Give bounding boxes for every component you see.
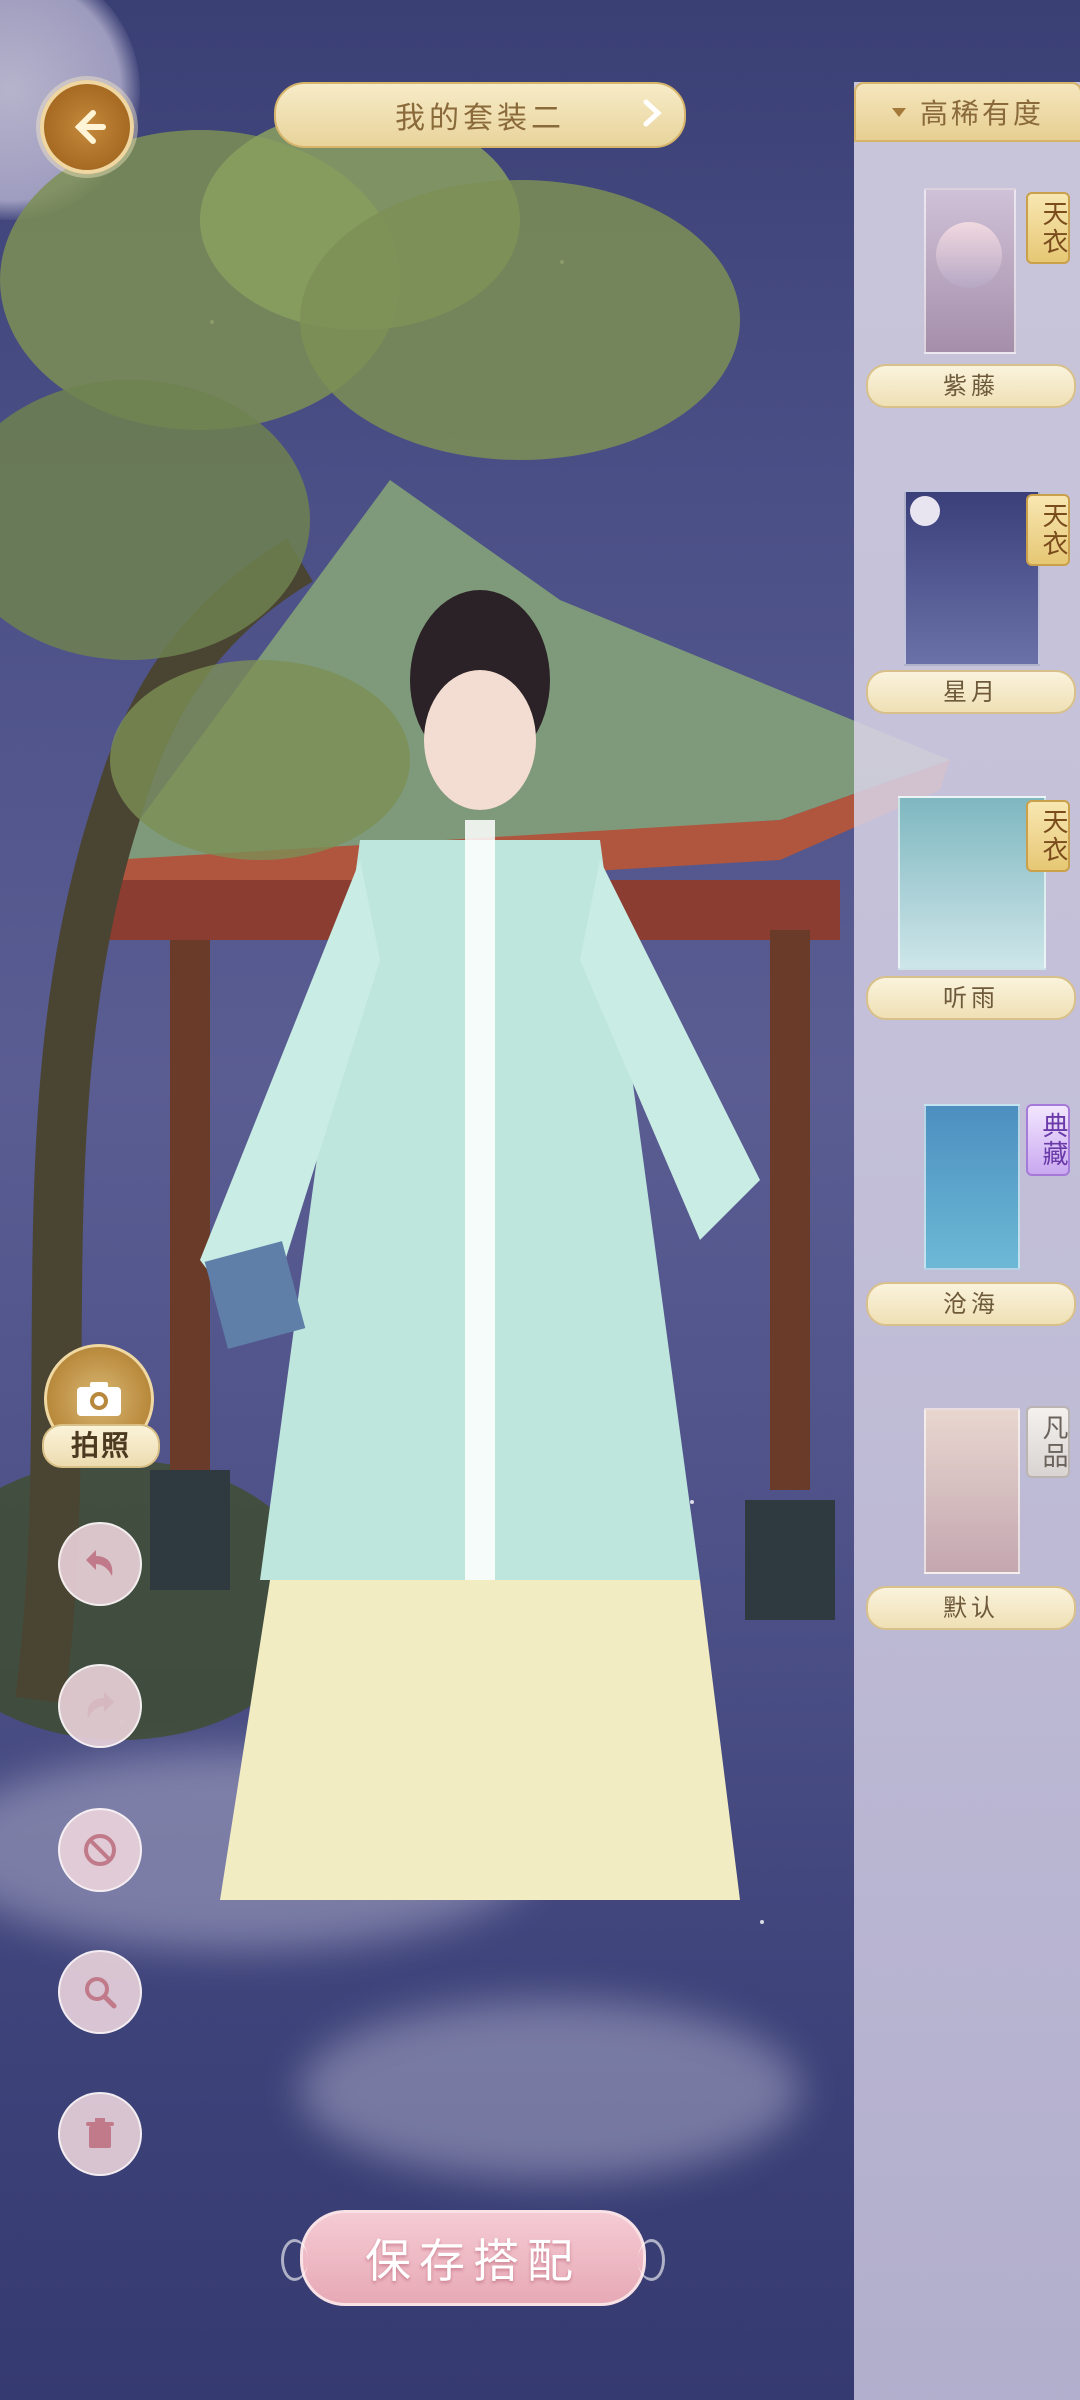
item-label: 听雨 — [866, 976, 1076, 1020]
pavilion-pillar — [170, 940, 210, 1480]
redo-icon — [87, 1692, 114, 1718]
character-skirt — [220, 1580, 740, 1900]
pillar-base — [745, 1500, 835, 1620]
item-thumbnail — [898, 796, 1046, 970]
outfit-title-selector[interactable]: 我的套装二 — [274, 82, 686, 148]
redo-button[interactable] — [58, 1664, 142, 1748]
back-button[interactable] — [40, 80, 134, 174]
item-label: 默认 — [866, 1586, 1076, 1630]
pillar-base — [150, 1470, 230, 1590]
trash-icon — [86, 2118, 114, 2148]
sort-label: 高稀有度 — [919, 97, 1044, 130]
item-thumbnail — [924, 1408, 1020, 1574]
delete-button[interactable] — [58, 2092, 142, 2176]
tree-foliage — [300, 180, 740, 460]
rarity-badge: 天衣 — [1026, 494, 1070, 566]
robe-trim — [465, 820, 495, 1580]
tree-foliage — [110, 660, 410, 860]
undo-icon — [86, 1550, 113, 1576]
rarity-badge: 天衣 — [1026, 192, 1070, 264]
item-thumbnail — [904, 490, 1040, 666]
outfit-title: 我的套装二 — [395, 101, 565, 136]
item-label: 紫藤 — [866, 364, 1076, 408]
wardrobe-item[interactable]: 天衣 听雨 — [866, 796, 1076, 1020]
moon-window — [936, 222, 1002, 288]
wardrobe-item[interactable]: 凡品 默认 — [866, 1406, 1076, 1630]
undo-button[interactable] — [58, 1522, 142, 1606]
item-thumbnail — [924, 188, 1016, 354]
moon-thumb — [910, 496, 940, 526]
wardrobe-item[interactable]: 典藏 沧海 — [866, 1104, 1076, 1326]
camera-icon — [77, 1382, 121, 1416]
rarity-badge: 典藏 — [1026, 1104, 1070, 1176]
save-label: 保存搭配 — [365, 2234, 581, 2288]
save-outfit-button[interactable]: 保存搭配 — [281, 2210, 665, 2306]
dropdown-triangle-icon — [891, 107, 906, 117]
item-thumbnail — [924, 1104, 1020, 1270]
magnifier-icon — [85, 1977, 117, 2009]
zoom-button[interactable] — [58, 1950, 142, 2034]
sort-dropdown[interactable]: 高稀有度 — [854, 82, 1080, 142]
character-face — [424, 670, 536, 810]
back-arrow-icon — [74, 110, 106, 144]
wardrobe-item[interactable]: 天衣 星月 — [866, 490, 1076, 714]
rarity-badge: 凡品 — [1026, 1406, 1070, 1478]
item-label: 沧海 — [866, 1282, 1076, 1326]
item-label: 星月 — [866, 670, 1076, 714]
wardrobe-item[interactable]: 天衣 紫藤 — [866, 188, 1076, 410]
pavilion-pillar — [770, 930, 810, 1490]
rarity-badge: 天衣 — [1026, 800, 1070, 872]
chevron-right-icon — [643, 99, 662, 127]
no-icon — [84, 1834, 116, 1866]
photo-label[interactable]: 拍照 — [42, 1424, 160, 1468]
clear-button[interactable] — [58, 1808, 142, 1892]
